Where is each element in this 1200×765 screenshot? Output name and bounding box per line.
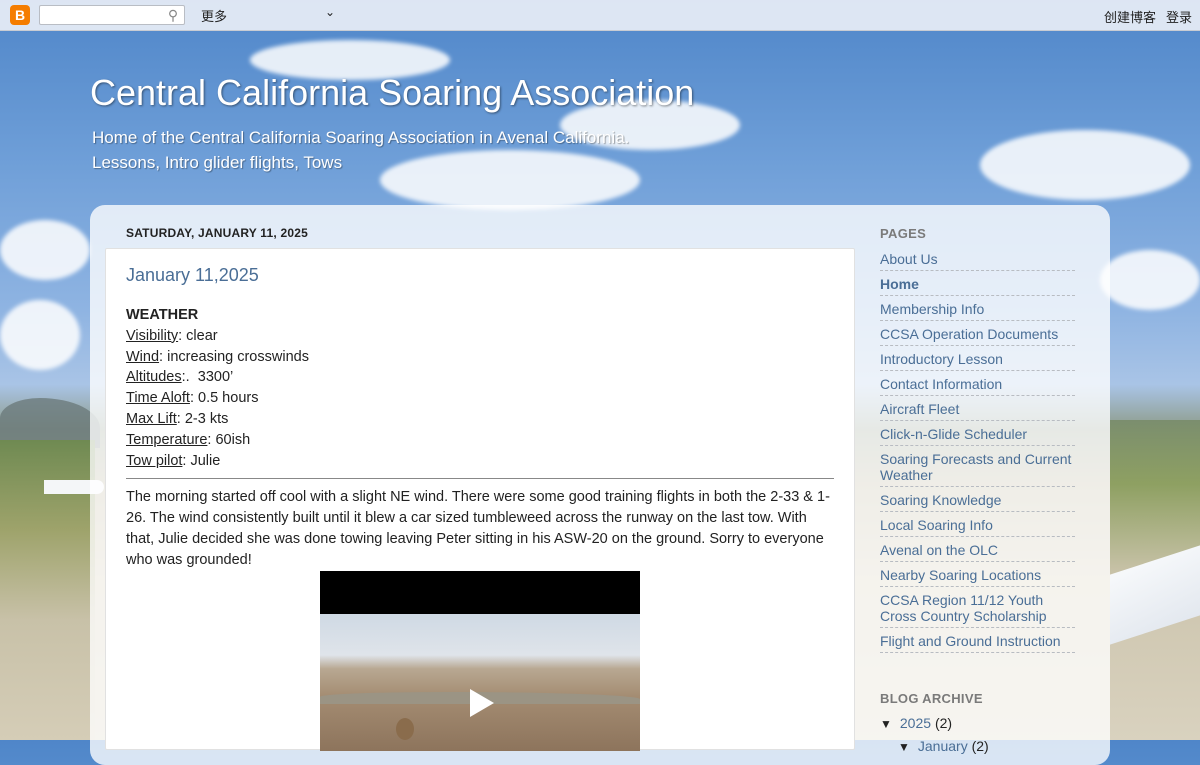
weather-separator: :	[189, 390, 198, 407]
weather-value: clear	[186, 327, 218, 344]
sidebar-page-link[interactable]: Contact Information	[880, 375, 1075, 396]
sidebar-page-link[interactable]: Soaring Forecasts and Current Weather	[880, 450, 1075, 487]
post-title[interactable]: January 11,2025	[126, 265, 259, 286]
cloud	[0, 220, 90, 280]
weather-separator: :	[159, 348, 168, 365]
top-navbar: B ⚲ 更多 ⌄ 创建博客 登录	[0, 0, 1200, 31]
nav-right-links: 创建博客 登录	[1094, 7, 1192, 26]
weather-value: 3300’	[197, 369, 234, 386]
weather-row: Tow pilot: Julie	[126, 451, 836, 472]
blogger-logo-icon[interactable]: B	[10, 5, 30, 25]
play-icon[interactable]	[470, 689, 494, 717]
sidebar-page-link[interactable]: Click-n-Glide Scheduler	[880, 425, 1075, 446]
sidebar: PAGES About Us Home Membership Info CCSA Op…	[880, 226, 1075, 761]
weather-value: 2-3 kts	[184, 410, 229, 427]
weather-label: Tow pilot	[126, 452, 183, 469]
weather-value: increasing crosswinds	[167, 348, 309, 365]
archive-count: (2)	[971, 738, 989, 754]
blog-description-line: Home of the Central California Soaring A…	[92, 128, 630, 147]
tumbleweed	[396, 718, 414, 740]
archive-month[interactable]: ▼ January (2)	[880, 738, 1075, 754]
post-paragraph: The morning started off cool with a slig…	[126, 489, 830, 568]
blog-title[interactable]: Central California Soaring Association	[90, 72, 694, 114]
archive-year[interactable]: ▼ 2025 (2)	[880, 715, 1075, 731]
sidebar-page-link[interactable]: Home	[880, 275, 1075, 296]
weather-label: Wind	[126, 348, 160, 365]
login-link[interactable]: 登录	[1166, 10, 1192, 25]
search-input[interactable]: ⚲	[39, 5, 185, 25]
weather-label: Visibility	[126, 327, 179, 344]
weather-label: Altitudes	[126, 369, 182, 386]
sidebar-page-link[interactable]: CCSA Operation Documents	[880, 325, 1075, 346]
cloud	[980, 130, 1190, 200]
weather-separator: :.	[181, 369, 198, 386]
sidebar-page-link[interactable]: Flight and Ground Instruction	[880, 632, 1075, 653]
weather-row: Time Aloft: 0.5 hours	[126, 388, 836, 409]
sidebar-page-link[interactable]: Introductory Lesson	[880, 350, 1075, 371]
post: January 11,2025 WEATHER Visibility: clea…	[105, 248, 855, 751]
weather-row: Max Lift: 2-3 kts	[126, 409, 836, 430]
weather-row: Visibility: clear	[126, 326, 836, 347]
archive-month-label[interactable]: January	[918, 738, 968, 754]
cloud	[1100, 250, 1200, 310]
weather-row: Altitudes:. 3300’	[126, 367, 836, 388]
weather-value: 60ish	[215, 431, 251, 448]
weather-row: Wind: increasing crosswinds	[126, 347, 836, 368]
triangle-down-icon[interactable]: ▼	[898, 740, 910, 754]
weather-row: Temperature: 60ish	[126, 430, 836, 451]
pages-list: About Us Home Membership Info CCSA Operatio…	[880, 250, 1075, 653]
weather-label: Max Lift	[126, 410, 177, 427]
divider	[126, 478, 834, 480]
create-blog-link[interactable]: 创建博客	[1104, 10, 1156, 25]
sidebar-page-link[interactable]: Local Soaring Info	[880, 516, 1075, 537]
archive-count: (2)	[934, 715, 953, 731]
post-body: WEATHER Visibility: clear Wind: increasi…	[126, 305, 836, 571]
blog-description-line: Lessons, Intro glider flights, Tows	[92, 153, 343, 172]
weather-value: 0.5 hours	[198, 390, 259, 407]
sidebar-page-link[interactable]: Soaring Knowledge	[880, 491, 1075, 512]
sidebar-page-link[interactable]: CCSA Region 11/12 Youth Cross Country Sc…	[880, 591, 1075, 628]
blog-description: Home of the Central California Soaring A…	[92, 125, 692, 175]
search-icon[interactable]: ⚲	[165, 7, 181, 23]
video-player[interactable]	[320, 571, 640, 751]
sidebar-page-link[interactable]: Aircraft Fleet	[880, 400, 1075, 421]
sidebar-page-link[interactable]: Membership Info	[880, 300, 1075, 321]
pages-heading: PAGES	[880, 226, 927, 241]
weather-label: Temperature	[126, 431, 208, 448]
sidebar-page-link[interactable]: About Us	[880, 250, 1075, 271]
triangle-down-icon[interactable]: ▼	[880, 717, 892, 731]
cloud	[0, 300, 80, 370]
sidebar-page-link[interactable]: Avenal on the OLC	[880, 541, 1075, 562]
video-thumbnail	[320, 614, 640, 751]
weather-separator: :	[178, 327, 187, 344]
weather-value: Julie	[190, 452, 221, 469]
chevron-down-icon[interactable]: ⌄	[325, 5, 335, 19]
weather-label: Time Aloft	[126, 390, 190, 407]
archive-year-label[interactable]: 2025	[900, 715, 931, 731]
more-menu[interactable]: 更多	[201, 6, 227, 25]
weather-separator: :	[176, 410, 185, 427]
weather-heading: WEATHER	[126, 307, 199, 323]
sidebar-page-link[interactable]: Nearby Soaring Locations	[880, 566, 1075, 587]
post-date: SATURDAY, JANUARY 11, 2025	[126, 226, 308, 240]
archive-heading: BLOG ARCHIVE	[880, 691, 983, 706]
